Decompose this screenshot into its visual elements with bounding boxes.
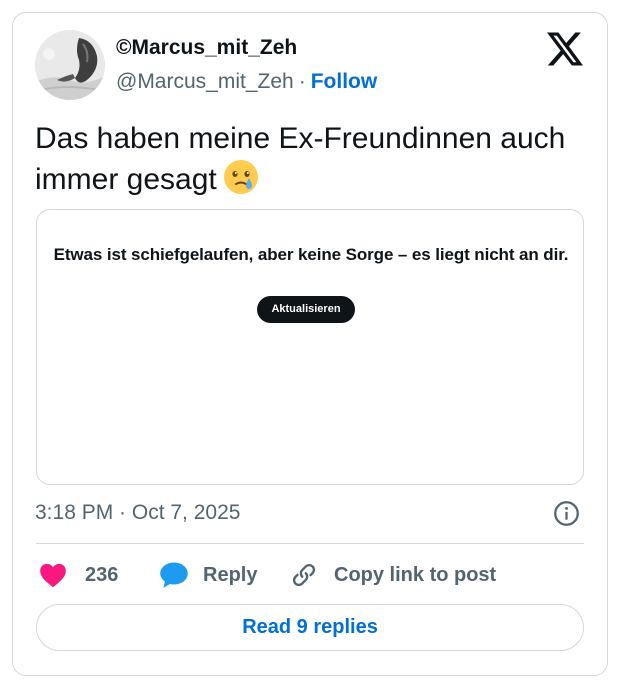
separator: · [298, 70, 306, 93]
copy-link-button[interactable]: Copy link to post [290, 560, 496, 590]
info-icon[interactable] [553, 500, 580, 527]
tweet-text: Das haben meine Ex-Freundinnen auch imme… [35, 119, 585, 200]
tweet-text-line-1: Das haben meine Ex-Freundinnen auch [35, 122, 566, 155]
error-message: Etwas ist schiefgelaufen, aber keine Sor… [53, 245, 569, 264]
embedded-content: Etwas ist schiefgelaufen, aber keine Sor… [36, 209, 584, 485]
read-replies-button[interactable]: Read 9 replies [36, 604, 584, 651]
handle[interactable]: @Marcus_mit_Zeh [116, 70, 294, 93]
reply-button[interactable]: Reply [159, 560, 257, 590]
like-count: 236 [85, 563, 119, 586]
avatar[interactable] [35, 30, 105, 100]
copy-link-label: Copy link to post [334, 563, 497, 586]
follow-button[interactable]: Follow [311, 70, 378, 93]
like-button[interactable]: 236 [39, 560, 118, 590]
link-icon [292, 563, 316, 587]
tweet-text-line-2-text: immer gesagt [35, 163, 217, 196]
handle-row: @Marcus_mit_Zeh · Follow [116, 70, 377, 94]
refresh-button[interactable]: Aktualisieren [257, 296, 355, 323]
timestamp[interactable]: 3:18 PM · Oct 7, 2025 [35, 501, 240, 525]
tweet-text-line-2: immer gesagt [35, 159, 585, 200]
display-name[interactable]: ©Marcus_mit_Zeh [116, 36, 297, 60]
speech-bubble-icon [160, 562, 188, 588]
reply-label: Reply [203, 563, 258, 586]
divider [36, 543, 584, 544]
x-logo-icon[interactable] [547, 32, 583, 66]
face-holding-back-tears-icon [223, 160, 258, 194]
heart-icon [40, 563, 66, 588]
